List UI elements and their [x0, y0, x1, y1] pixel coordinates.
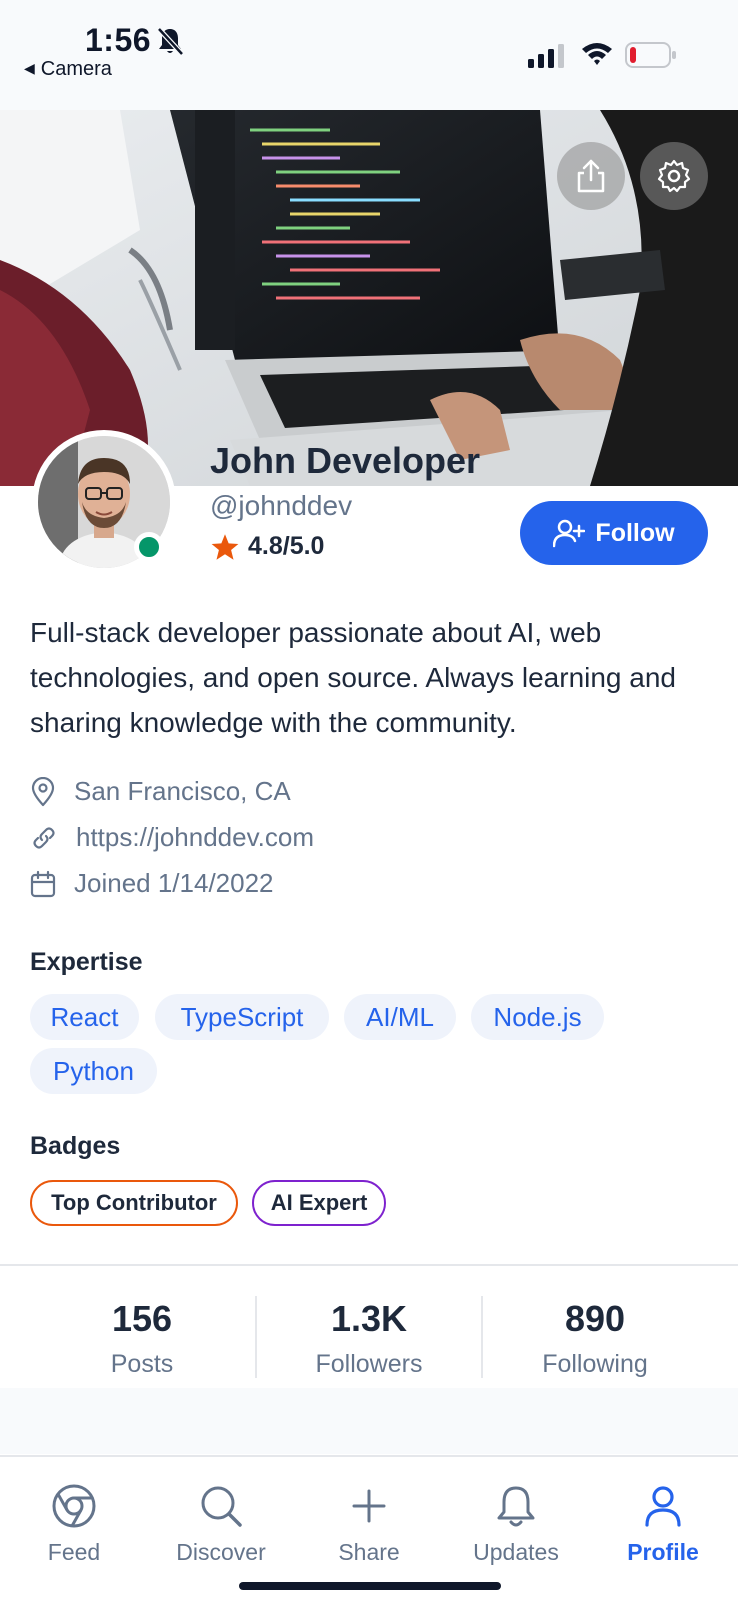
stat-label: Followers [315, 1350, 423, 1378]
tab-updates[interactable]: Updates [446, 1483, 586, 1566]
tab-label: Discover [176, 1539, 266, 1565]
profile-name: John Developer [210, 440, 481, 481]
content-area-background [0, 1388, 738, 1454]
badge-top-contributor: Top Contributor [30, 1180, 238, 1226]
status-bar: 1:56 ◀ Camera [0, 0, 738, 110]
status-time: 1:56 [85, 22, 152, 58]
tab-label: Share [338, 1539, 400, 1565]
profile-rating: 4.8/5.0 [210, 532, 324, 561]
tab-label: Profile [627, 1539, 699, 1565]
expertise-tag[interactable]: TypeScript [155, 994, 329, 1040]
map-pin-icon [31, 776, 55, 806]
stat-value: 1.3K [330, 1298, 408, 1339]
follow-label: Follow [595, 518, 675, 547]
expertise-tag[interactable]: React [30, 994, 139, 1040]
expertise-tag[interactable]: Python [30, 1048, 157, 1094]
website-row[interactable]: https://johnddev.com [30, 822, 314, 853]
tab-discover[interactable]: Discover [151, 1483, 291, 1566]
follow-button[interactable]: Follow [520, 501, 708, 565]
expertise-title: Expertise [30, 948, 143, 976]
stat-label: Posts [110, 1350, 174, 1378]
badges-title: Badges [30, 1132, 121, 1160]
rating-value: 4.8/5.0 [248, 532, 325, 560]
bottom-tab-bar: Feed Discover Share Updates Profile [0, 1455, 738, 1600]
stat-value: 156 [111, 1298, 173, 1339]
user-plus-icon [553, 519, 586, 548]
plus-icon [352, 1489, 386, 1523]
tab-share[interactable]: Share [299, 1483, 439, 1566]
profile-bio: Full-stack developer passionate about AI… [30, 617, 676, 738]
back-triangle-icon: ◀ [24, 60, 35, 76]
tab-feed[interactable]: Feed [4, 1483, 144, 1566]
battery-icon [625, 42, 676, 68]
bell-icon [497, 1486, 535, 1527]
tab-label: Feed [47, 1539, 101, 1565]
back-to-camera-link[interactable]: ◀ Camera [24, 58, 112, 81]
chrome-icon [52, 1484, 96, 1528]
section-divider [0, 1264, 738, 1266]
stat-value: 890 [564, 1298, 626, 1339]
website-link[interactable]: https://johnddev.com [76, 822, 314, 853]
expertise-tag[interactable]: AI/ML [344, 994, 456, 1040]
badge-ai-expert: AI Expert [252, 1180, 386, 1226]
bell-off-icon [157, 27, 184, 56]
search-icon [201, 1486, 242, 1527]
location-row: San Francisco, CA [30, 776, 291, 807]
tab-profile[interactable]: Profile [593, 1483, 733, 1566]
settings-button[interactable] [640, 142, 708, 210]
link-icon [33, 826, 55, 849]
user-icon [645, 1486, 681, 1527]
wifi-icon [582, 43, 612, 65]
stat-label: Following [542, 1350, 648, 1378]
location-text: San Francisco, CA [74, 776, 291, 806]
joined-text: Joined 1/14/2022 [74, 868, 274, 898]
share-icon [577, 159, 605, 193]
gear-icon [657, 159, 691, 193]
stat-posts[interactable]: 156 Posts [29, 1298, 255, 1379]
profile-handle: @johnddev [210, 490, 353, 521]
calendar-icon [30, 870, 56, 897]
star-icon [211, 533, 239, 560]
stat-following[interactable]: 890 Following [482, 1298, 708, 1379]
signal-icon [528, 44, 564, 68]
home-indicator [239, 1582, 501, 1590]
expertise-tag[interactable]: Node.js [471, 994, 604, 1040]
stat-followers[interactable]: 1.3K Followers [256, 1298, 482, 1379]
back-label: Camera [40, 58, 112, 80]
joined-row: Joined 1/14/2022 [30, 868, 274, 899]
online-status-dot [134, 532, 164, 562]
share-button[interactable] [557, 142, 625, 210]
tab-label: Updates [473, 1539, 559, 1565]
